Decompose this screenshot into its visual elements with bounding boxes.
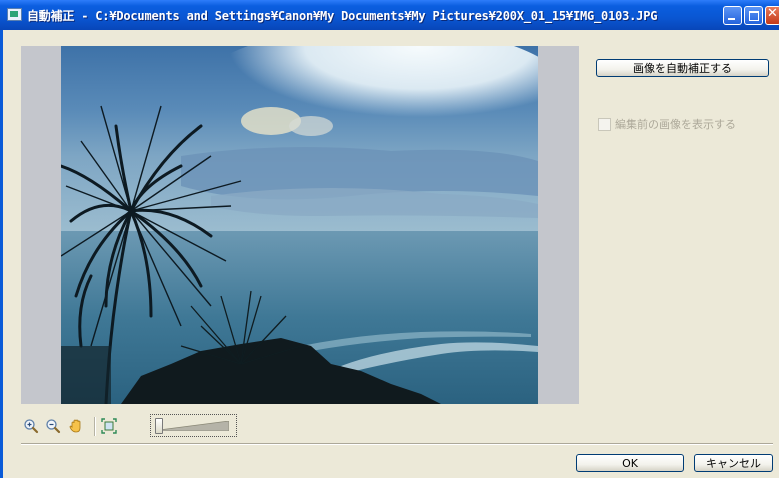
hand-icon[interactable] — [68, 418, 84, 434]
maximize-button[interactable] — [744, 6, 763, 25]
app-icon — [7, 8, 22, 21]
close-icon: ✕ — [767, 6, 778, 21]
fit-to-window-icon[interactable] — [101, 418, 117, 434]
auto-correct-button[interactable]: 画像を自動補正する — [596, 59, 769, 77]
preview-photo-graphic — [61, 46, 538, 404]
dialog-client: 画像を自動補正する 編集前の画像を表示する OK キャンセル — [3, 30, 779, 478]
cancel-button[interactable]: キャンセル — [694, 454, 773, 472]
ok-button[interactable]: OK — [576, 454, 684, 472]
image-preview-area — [21, 46, 579, 404]
zoom-slider-track — [159, 421, 229, 431]
footer-separator — [21, 443, 773, 445]
toolbar-separator — [94, 417, 96, 436]
window-title: 自動補正 - C:¥Documents and Settings¥Canon¥M… — [27, 9, 658, 23]
show-original-checkbox-row: 編集前の画像を表示する — [598, 116, 736, 132]
minimize-button[interactable] — [723, 6, 742, 25]
zoom-out-icon[interactable] — [45, 418, 61, 434]
dialog-window: 自動補正 - C:¥Documents and Settings¥Canon¥M… — [0, 0, 779, 478]
preview-image[interactable] — [61, 46, 538, 404]
close-button[interactable]: ✕ — [765, 6, 779, 25]
zoom-slider-thumb[interactable] — [155, 418, 163, 434]
zoom-in-icon[interactable] — [23, 418, 39, 434]
zoom-slider[interactable] — [150, 414, 237, 437]
title-bar[interactable]: 自動補正 - C:¥Documents and Settings¥Canon¥M… — [0, 0, 779, 30]
show-original-checkbox[interactable] — [598, 117, 611, 131]
show-original-label: 編集前の画像を表示する — [615, 118, 736, 131]
